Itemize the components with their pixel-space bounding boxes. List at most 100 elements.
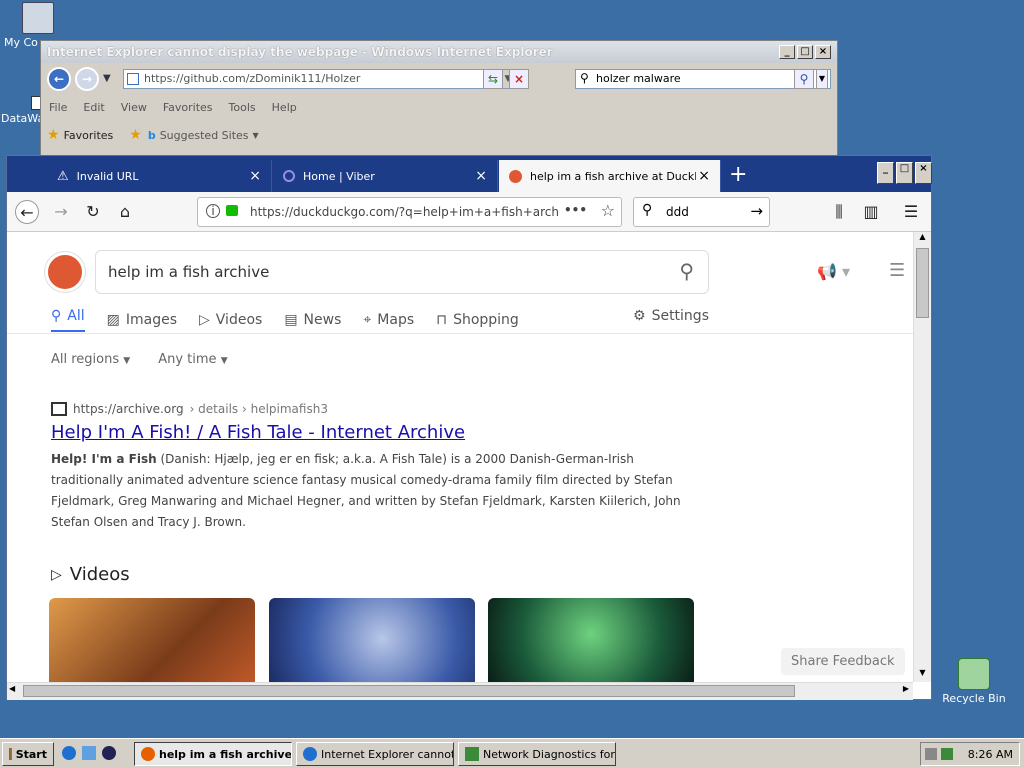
- tab-maps[interactable]: ⌖ Maps: [363, 308, 414, 332]
- desktop-icon-recycle-bin[interactable]: Recycle Bin: [934, 658, 1014, 705]
- tray-icon[interactable]: [925, 748, 937, 760]
- forward-button[interactable]: →: [75, 67, 99, 91]
- back-button[interactable]: ←: [15, 200, 39, 224]
- close-tab-icon[interactable]: ×: [475, 168, 487, 184]
- scroll-thumb[interactable]: [23, 685, 795, 697]
- ddg-search-input[interactable]: help im a fish archive ⚲: [95, 250, 709, 294]
- play-icon: ▷: [51, 566, 62, 583]
- minimize-button[interactable]: _: [877, 162, 894, 184]
- back-button[interactable]: ←: [47, 67, 71, 91]
- new-tab-button[interactable]: +: [729, 162, 747, 187]
- settings-label: Settings: [651, 308, 709, 324]
- add-favorite-icon[interactable]: ★: [129, 127, 142, 143]
- sidebar-button[interactable]: ▥: [859, 200, 883, 224]
- search-icon[interactable]: ⚲: [679, 259, 694, 283]
- ie-title-bar[interactable]: Internet Explorer cannot display the web…: [41, 41, 837, 63]
- megaphone-icon[interactable]: 📢 ▾: [817, 262, 850, 281]
- ie-search-box[interactable]: ⚲ holzer malware: [575, 69, 831, 89]
- menu-help[interactable]: Help: [272, 101, 297, 114]
- share-feedback-button[interactable]: Share Feedback: [781, 648, 905, 675]
- horizontal-scrollbar[interactable]: ◀ ▶: [7, 682, 913, 700]
- result-title-link[interactable]: Help I'm A Fish! / A Fish Tale - Interne…: [51, 422, 701, 443]
- favorites-button[interactable]: ★ Favorites: [47, 127, 113, 143]
- task-network-diagnostics[interactable]: Network Diagnostics for ...: [458, 742, 616, 766]
- menu-view[interactable]: View: [121, 101, 147, 114]
- computer-icon: [22, 2, 54, 34]
- ie-quicklaunch-icon[interactable]: [62, 746, 76, 760]
- vertical-scrollbar[interactable]: ▲ ▼: [913, 232, 931, 682]
- page-actions-icon[interactable]: •••: [564, 203, 587, 217]
- tab-label: Invalid URL: [76, 169, 139, 183]
- media-quicklaunch-icon[interactable]: [102, 746, 116, 760]
- vertical-tabs: ⚲ All ▨ Images ▷ Videos ▤ News ⌖ Maps ⊓ Shoppi…: [51, 308, 519, 332]
- tab-viber[interactable]: Home | Viber ×: [273, 160, 498, 192]
- close-tab-icon[interactable]: ×: [698, 168, 710, 184]
- scroll-down-arrow[interactable]: ▼: [914, 668, 931, 682]
- library-button[interactable]: ⫼: [827, 200, 851, 224]
- task-firefox[interactable]: help im a fish archive ...: [134, 742, 292, 766]
- tab-duckduckgo[interactable]: help im a fish archive at DuckDuck ×: [499, 160, 721, 192]
- info-icon: i: [206, 204, 220, 218]
- url-bar[interactable]: i https://duckduckgo.com/?q=help+im+a+fi…: [197, 197, 622, 227]
- tab-images[interactable]: ▨ Images: [107, 308, 177, 332]
- video-thumbnail-2[interactable]: [269, 598, 475, 682]
- tab-videos[interactable]: ▷ Videos: [199, 308, 262, 332]
- time-filter[interactable]: Any time ▼: [158, 352, 227, 367]
- settings-button[interactable]: ⚙ Settings: [633, 308, 709, 324]
- close-button[interactable]: ×: [815, 45, 831, 59]
- region-filter[interactable]: All regions ▼: [51, 352, 130, 367]
- search-bar[interactable]: ⚲ ddd →: [633, 197, 770, 227]
- scroll-thumb[interactable]: [916, 248, 929, 318]
- duckduckgo-logo[interactable]: [45, 252, 85, 292]
- news-icon: ▤: [284, 312, 298, 328]
- search-go-icon[interactable]: →: [750, 202, 763, 220]
- forward-button[interactable]: →: [49, 200, 73, 224]
- menu-file[interactable]: File: [49, 101, 67, 114]
- close-tab-icon[interactable]: ×: [249, 168, 261, 184]
- task-ie[interactable]: Internet Explorer cannot...: [296, 742, 454, 766]
- videos-heading[interactable]: ▷ Videos: [51, 564, 130, 585]
- clock[interactable]: 8:26 AM: [968, 748, 1013, 761]
- ie-icon: [303, 747, 317, 761]
- bookmark-star-icon[interactable]: ☆: [601, 201, 615, 220]
- tab-bar: ⚠ Invalid URL × Home | Viber × help im a…: [7, 156, 932, 192]
- search-result: https://archive.org › details › helpimaf…: [51, 402, 701, 533]
- menu-favorites[interactable]: Favorites: [163, 101, 213, 114]
- tab-invalid-url[interactable]: ⚠ Invalid URL ×: [47, 160, 272, 192]
- refresh-button[interactable]: ⇆: [483, 69, 503, 89]
- library-icon: ⫼: [835, 202, 843, 221]
- suggested-sites-button[interactable]: b Suggested Sites ▼: [148, 129, 259, 142]
- tab-all[interactable]: ⚲ All: [51, 308, 85, 332]
- menu-button[interactable]: ☰: [899, 200, 923, 224]
- ie-search-button[interactable]: ⚲: [794, 69, 814, 89]
- tab-shopping[interactable]: ⊓ Shopping: [436, 308, 519, 332]
- video-thumbnail-3[interactable]: [488, 598, 694, 682]
- network-tray-icon[interactable]: [941, 748, 953, 760]
- tab-news[interactable]: ▤ News: [284, 308, 341, 332]
- scroll-right-arrow[interactable]: ▶: [903, 684, 909, 693]
- recent-pages-dropdown[interactable]: ▼: [103, 73, 111, 84]
- minimize-button[interactable]: _: [779, 45, 795, 59]
- menu-edit[interactable]: Edit: [83, 101, 104, 114]
- ie-search-options[interactable]: ▼: [816, 69, 828, 89]
- start-button[interactable]: Start: [2, 742, 54, 766]
- stop-button[interactable]: ×: [509, 69, 529, 89]
- reload-button[interactable]: ↻: [81, 200, 105, 224]
- archive-favicon: [51, 402, 67, 416]
- result-source[interactable]: https://archive.org › details › helpimaf…: [51, 402, 701, 416]
- scroll-left-arrow[interactable]: ◀: [9, 684, 15, 693]
- menu-tools[interactable]: Tools: [229, 101, 256, 114]
- maximize-button[interactable]: □: [797, 45, 813, 59]
- close-button[interactable]: ×: [915, 162, 932, 184]
- explorer-quicklaunch-icon[interactable]: [82, 746, 96, 760]
- window-controls: _ □ ×: [875, 162, 932, 184]
- home-button[interactable]: ⌂: [113, 200, 137, 224]
- bing-icon: b: [147, 128, 156, 142]
- video-thumbnail-1[interactable]: [49, 598, 255, 682]
- hamburger-icon[interactable]: ☰: [889, 260, 905, 281]
- firefox-window: ⚠ Invalid URL × Home | Viber × help im a…: [6, 155, 932, 700]
- ie-address-bar[interactable]: https://github.com/zDominik111/Holzer ▼: [123, 69, 517, 89]
- scroll-up-arrow[interactable]: ▲: [914, 232, 931, 246]
- taskbar: Start help im a fish archive ... Interne…: [0, 738, 1024, 768]
- maximize-button[interactable]: □: [896, 162, 913, 184]
